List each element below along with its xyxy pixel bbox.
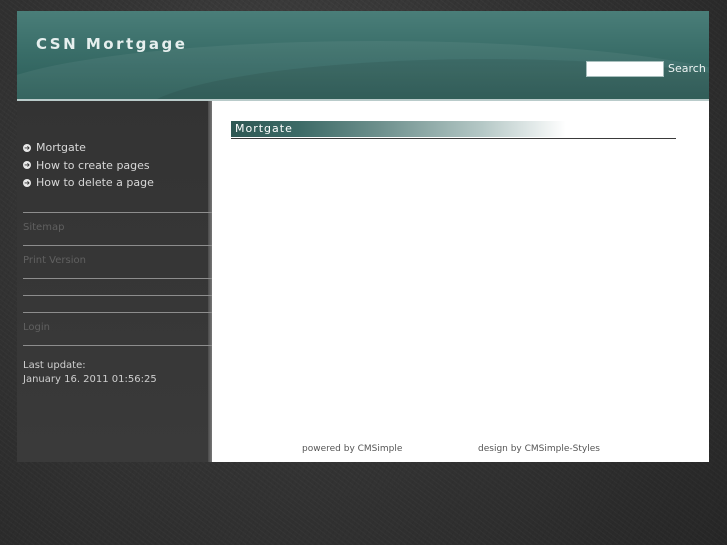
- print-version-link[interactable]: Print Version: [23, 255, 86, 266]
- sitemap-link[interactable]: Sitemap: [23, 222, 64, 233]
- arrow-circle-icon: ➜: [23, 143, 31, 152]
- last-update-value: January 16. 2011 01:56:25: [23, 374, 157, 385]
- sidebar-item-mortgate[interactable]: ➜ Mortgate: [23, 139, 154, 157]
- sidebar-divider: [23, 245, 212, 246]
- login-link[interactable]: Login: [23, 322, 50, 333]
- sidebar-divider: [23, 295, 212, 296]
- arrow-circle-icon: ➜: [23, 161, 31, 170]
- powered-by-link[interactable]: powered by CMSimple: [302, 444, 402, 454]
- site-title[interactable]: CSN Mortgage: [36, 35, 187, 53]
- sidebar-edge: [208, 101, 212, 462]
- content-title-underline: [231, 138, 676, 139]
- sidebar: ➜ Mortgate ➜ How to create pages ➜ How t…: [17, 101, 212, 462]
- sidebar-item-label: How to delete a page: [36, 176, 154, 190]
- sidebar-item-label: How to create pages: [36, 158, 150, 172]
- last-update: Last update: January 16. 2011 01:56:25: [23, 359, 157, 387]
- sidebar-divider: [23, 212, 212, 213]
- last-update-label: Last update:: [23, 360, 86, 371]
- design-by-link[interactable]: design by CMSimple-Styles: [478, 444, 600, 454]
- page-title: Mortgate: [235, 122, 293, 135]
- sidebar-divider: [23, 278, 212, 279]
- sidebar-item-delete-page[interactable]: ➜ How to delete a page: [23, 174, 154, 192]
- sidebar-item-create-pages[interactable]: ➜ How to create pages: [23, 157, 154, 175]
- header: CSN Mortgage Search: [17, 11, 709, 99]
- page-container: CSN Mortgage Search ➜ Mortgate ➜ How to …: [17, 11, 709, 462]
- search-input[interactable]: [586, 61, 664, 77]
- sidebar-item-label: Mortgate: [36, 141, 86, 155]
- sidebar-nav: ➜ Mortgate ➜ How to create pages ➜ How t…: [23, 139, 154, 192]
- search-button[interactable]: Search: [668, 62, 706, 75]
- sidebar-divider: [23, 345, 212, 346]
- sidebar-divider: [23, 312, 212, 313]
- arrow-circle-icon: ➜: [23, 178, 31, 187]
